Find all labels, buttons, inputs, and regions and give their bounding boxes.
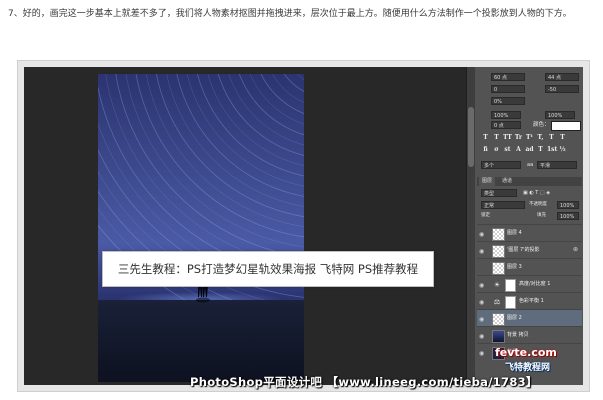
- small-caps-button[interactable]: Tr: [514, 134, 523, 142]
- visibility-eye-icon[interactable]: ◉: [479, 231, 484, 238]
- visibility-eye-icon[interactable]: ◉: [479, 299, 484, 306]
- ligature-button[interactable]: fi: [481, 146, 490, 154]
- layer-name[interactable]: 图层 2: [507, 313, 522, 324]
- ground: [98, 300, 304, 382]
- ordinals-button[interactable]: 1st: [547, 146, 557, 154]
- layer-row-2[interactable]: ◉ 图层 2: [477, 309, 582, 327]
- baseline-field[interactable]: 0 点: [491, 121, 521, 129]
- subscript-button[interactable]: T,: [536, 134, 545, 142]
- leading-field[interactable]: 44 点: [545, 73, 579, 81]
- old-style-button[interactable]: σ: [492, 146, 501, 154]
- fractions-button[interactable]: ½: [558, 146, 567, 154]
- vertical-scale-field[interactable]: 100%: [491, 111, 521, 119]
- layer-thumbnail: [492, 313, 505, 326]
- language-select[interactable]: 多个: [481, 161, 521, 169]
- visibility-eye-icon[interactable]: ◉: [479, 282, 484, 289]
- visibility-eye-icon[interactable]: ◉: [479, 316, 484, 323]
- photoshop-window: 60 点 44 点 0 -50 0% 100% 100% 0 点 颜色： T T…: [24, 67, 583, 385]
- strikethrough-button[interactable]: T: [558, 134, 567, 142]
- font-size-field[interactable]: 60 点: [491, 73, 525, 81]
- layer-mask-thumbnail[interactable]: [505, 279, 516, 292]
- screenshot-frame: 60 点 44 点 0 -50 0% 100% 100% 0 点 颜色： T T…: [17, 60, 590, 392]
- faux-italic-button[interactable]: T: [492, 134, 501, 142]
- layers-tabbar: 图层 通道: [477, 177, 582, 186]
- color-label: 颜色：: [533, 122, 550, 128]
- faux-bold-button[interactable]: T: [481, 134, 490, 142]
- article-paragraph: 7、好的，画完这一步基本上就差不多了，我们将人物素材抠图并拖拽进来，层次位于最上…: [8, 9, 572, 19]
- fill-label: 填充: [537, 213, 546, 218]
- discretionary-lig-button[interactable]: st: [503, 146, 512, 154]
- footer-watermark: PhotoShop平面设计吧 【www.lineeg.com/tieba/178…: [190, 375, 538, 389]
- layer-name[interactable]: 图层 3: [507, 262, 522, 273]
- layer-row-shadow[interactable]: ◉ '图层 7'的投影 ⊛: [477, 241, 582, 259]
- layer-thumbnail: [492, 262, 505, 275]
- layer-row-brightness[interactable]: ◉ ☀ 高度/对比度 1: [477, 275, 582, 293]
- opacity-label: 不透明度: [529, 202, 547, 207]
- antialias-icon: aa: [527, 162, 534, 168]
- antialias-select[interactable]: 平滑: [537, 161, 577, 169]
- layer-name[interactable]: 背景 拷贝: [507, 330, 529, 341]
- layer-thumbnail: [492, 330, 505, 343]
- underline-button[interactable]: T: [547, 134, 556, 142]
- right-panels: 60 点 44 点 0 -50 0% 100% 100% 0 点 颜色： T T…: [466, 67, 583, 385]
- horizontal-scale-field[interactable]: 100%: [545, 111, 575, 119]
- tracking-field[interactable]: -50: [545, 85, 579, 93]
- layer-row-bg-copy[interactable]: ◉ 背景 拷贝: [477, 326, 582, 344]
- fill-field[interactable]: 100%: [557, 212, 579, 220]
- lock-label: 锁定: [481, 213, 490, 218]
- document-canvas[interactable]: [98, 74, 304, 382]
- stylistic-alt-button[interactable]: ad: [525, 146, 534, 154]
- superscript-button[interactable]: T¹: [525, 134, 534, 142]
- color-swatch[interactable]: [551, 121, 581, 131]
- layer-filter-select[interactable]: 类型: [481, 189, 517, 197]
- layer-row-4[interactable]: ◉ 图层 4: [477, 224, 582, 242]
- blend-mode-select[interactable]: 正常: [481, 201, 525, 209]
- layer-style-icon[interactable]: ⊛: [573, 246, 578, 253]
- tab-channels[interactable]: 通道: [499, 177, 515, 186]
- layer-name[interactable]: 高度/对比度 1: [519, 279, 550, 290]
- layer-name[interactable]: 图层 4: [507, 228, 522, 239]
- layer-mask-thumbnail[interactable]: [505, 296, 516, 309]
- layer-thumbnail: [492, 228, 505, 241]
- visibility-eye-icon[interactable]: ◉: [479, 333, 484, 340]
- layer-row-3[interactable]: 图层 3: [477, 258, 582, 276]
- kerning-field[interactable]: 0: [491, 85, 525, 93]
- tab-layers[interactable]: 图层: [479, 177, 496, 186]
- layer-thumbnail: [492, 245, 505, 258]
- titling-alt-button[interactable]: T: [536, 146, 545, 154]
- opacity-field[interactable]: 100%: [557, 201, 579, 209]
- balance-adjustment-icon: ⚖: [493, 298, 501, 306]
- swash-button[interactable]: A: [514, 146, 523, 154]
- visibility-eye-icon[interactable]: ◉: [479, 248, 484, 255]
- layer-row-colorbalance[interactable]: ◉ ⚖ 色彩平衡 1: [477, 292, 582, 310]
- fevte-logo-text: fevte.com: [495, 346, 557, 359]
- caption-banner: 三先生教程：PS打造梦幻星轨效果海报 飞特网 PS推荐教程: [102, 251, 434, 287]
- layer-name[interactable]: '图层 7'的投影: [507, 245, 540, 256]
- layer-name[interactable]: 色彩平衡 1: [519, 296, 544, 307]
- scrollbar-thumb[interactable]: [468, 107, 474, 167]
- character-panel: 60 点 44 点 0 -50 0% 100% 100% 0 点 颜色： T T…: [477, 69, 582, 176]
- sun-adjustment-icon: ☀: [493, 281, 501, 289]
- scale-field[interactable]: 0%: [491, 97, 525, 105]
- all-caps-button[interactable]: TT: [503, 134, 512, 142]
- visibility-eye-icon[interactable]: ◉: [479, 350, 484, 357]
- fevte-logo-subtext: 飞特教程网: [505, 363, 551, 373]
- panel-scrollbar[interactable]: [467, 67, 475, 385]
- canvas-area[interactable]: [24, 67, 466, 385]
- filter-icons[interactable]: ▣ ◐ T ⬚ ◈: [523, 188, 550, 198]
